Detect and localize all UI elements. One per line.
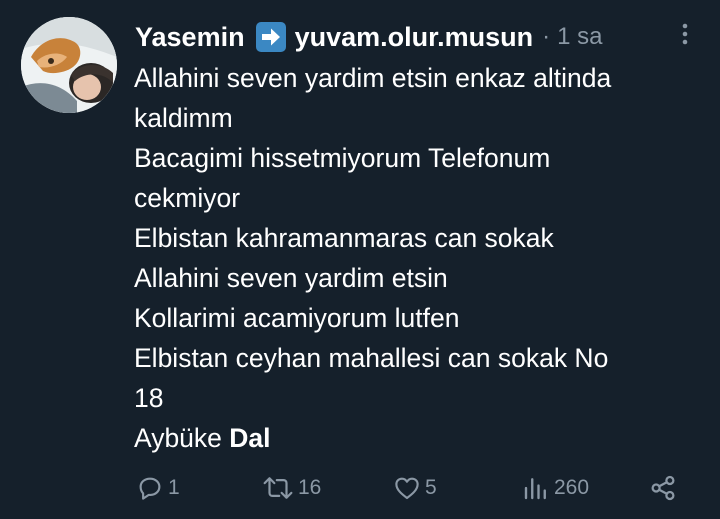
reply-button[interactable]: 1 <box>135 468 180 508</box>
right-arrow-emoji-icon <box>255 22 286 52</box>
reply-icon <box>139 477 161 500</box>
separator-dot: · <box>542 23 551 50</box>
avatar[interactable] <box>21 17 117 113</box>
last-line-bold: Dal <box>229 423 271 453</box>
tweet-text-line: Elbistan kahramanmaras can sokak <box>134 223 554 253</box>
tweet: Yasemin yuvam.olur.musun · 1 sa Allahini… <box>0 0 720 519</box>
views-count: 260 <box>554 476 590 499</box>
share-icon <box>651 475 675 501</box>
avatar-image <box>21 17 117 113</box>
more-options-icon[interactable] <box>676 22 694 46</box>
retweet-button[interactable]: 16 <box>261 468 321 508</box>
author-name[interactable]: Yasemin <box>135 22 245 53</box>
retweet-count: 16 <box>298 476 322 499</box>
tweet-text-line: cekmiyor <box>134 183 241 213</box>
share-button[interactable] <box>648 468 678 508</box>
action-bar: 1 16 5 260 <box>0 468 720 508</box>
like-count: 5 <box>425 476 437 499</box>
tweet-header: Yasemin yuvam.olur.musun · 1 sa <box>135 17 603 57</box>
timestamp[interactable]: 1 sa <box>557 23 602 51</box>
last-line-regular: Aybüke <box>134 423 230 453</box>
author-handle[interactable]: yuvam.olur.musun <box>295 22 534 53</box>
tweet-text-line: 18 <box>134 383 164 413</box>
tweet-text-line: kaldimm <box>134 103 233 133</box>
heart-icon <box>395 477 419 500</box>
tweet-text-line: Kollarimi acamiyorum lutfen <box>134 303 460 333</box>
retweet-icon <box>263 477 293 499</box>
like-button[interactable]: 5 <box>392 468 437 508</box>
tweet-text-last-line: Aybüke Dal <box>134 418 694 458</box>
reply-count: 1 <box>168 476 180 499</box>
tweet-text-line: Allahini seven yardim etsin <box>134 263 448 293</box>
views-button[interactable]: 260 <box>521 468 589 508</box>
views-chart-icon <box>524 478 546 500</box>
tweet-text: Allahini seven yardim etsin enkaz altind… <box>134 58 694 458</box>
tweet-text-line: Elbistan ceyhan mahallesi can sokak No <box>134 343 609 373</box>
tweet-text-line: Bacagimi hissetmiyorum Telefonum <box>134 143 551 173</box>
tweet-text-line: Allahini seven yardim etsin enkaz altind… <box>134 63 612 93</box>
